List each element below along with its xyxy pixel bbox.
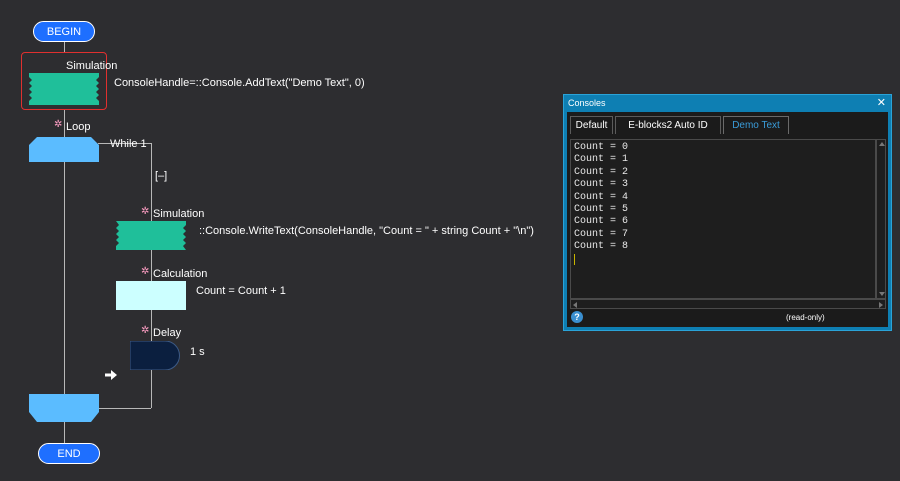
calc-text: Count = Count + 1 [196, 285, 286, 297]
console-line: Count = 7 [574, 228, 629, 240]
calc-title: Calculation [153, 268, 208, 280]
star-icon: ✲ [54, 119, 63, 130]
tab-default[interactable]: Default [570, 116, 613, 134]
console-title: Consoles [568, 98, 606, 108]
connector [64, 162, 65, 394]
horizontal-scrollbar[interactable] [570, 299, 886, 309]
text-cursor [574, 253, 575, 265]
loop-title: Loop [66, 121, 91, 133]
help-icon[interactable]: ? [571, 311, 583, 323]
console-output[interactable]: Count = 0 Count = 1 Count = 2 Count = 3 … [570, 139, 876, 299]
console-line: Count = 6 [574, 216, 629, 228]
vertical-scrollbar[interactable] [876, 139, 886, 299]
scroll-right-icon[interactable] [879, 302, 883, 308]
console-line: Count = 4 [574, 191, 629, 203]
console-line: Count = 3 [574, 179, 629, 191]
connector [98, 408, 151, 409]
sim2-title: Simulation [153, 208, 205, 220]
sim2-text: ::Console.WriteText(ConsoleHandle, "Coun… [199, 225, 534, 237]
close-icon[interactable]: ✕ [877, 95, 886, 112]
delay-block[interactable] [130, 341, 180, 370]
console-line: Count = 8 [574, 241, 629, 253]
console-body: Default E-blocks2 Auto ID Demo Text Coun… [567, 112, 888, 327]
loop-collapse-toggle[interactable]: [–] [155, 170, 167, 183]
calculation-block[interactable] [116, 281, 186, 310]
tab-demo-text[interactable]: Demo Text [723, 116, 789, 134]
console-line: Count = 0 [574, 142, 629, 153]
console-window: Consoles ✕ Default E-blocks2 Auto ID Dem… [563, 94, 892, 331]
simulation-block-2[interactable] [116, 221, 186, 250]
scroll-up-icon[interactable] [879, 142, 885, 146]
scroll-down-icon[interactable] [879, 292, 885, 296]
loop-end-block[interactable] [29, 394, 99, 422]
star-icon: ✲ [141, 206, 150, 217]
console-statusbar: ? (read-only) [570, 311, 885, 325]
flowchart-canvas: BEGIN Simulation ConsoleHandle=::Console… [0, 0, 560, 481]
arrow-right-icon [105, 370, 117, 380]
connector [64, 422, 65, 443]
star-icon: ✲ [141, 325, 150, 336]
begin-terminal[interactable]: BEGIN [33, 21, 95, 42]
scroll-left-icon[interactable] [573, 302, 577, 308]
loop-start-block[interactable] [29, 137, 99, 162]
sim1-title: Simulation [66, 60, 118, 72]
connector [64, 42, 65, 52]
console-line: Count = 5 [574, 204, 629, 216]
tab-eblocks2-auto-id[interactable]: E-blocks2 Auto ID [615, 116, 721, 134]
sim1-text: ConsoleHandle=::Console.AddText("Demo Te… [114, 77, 365, 89]
console-line: Count = 1 [574, 154, 629, 166]
console-line: Count = 2 [574, 166, 629, 178]
loop-condition: While 1 [110, 138, 147, 150]
simulation-block-1[interactable] [29, 73, 99, 105]
console-tabbar: Default E-blocks2 Auto ID Demo Text [567, 112, 888, 136]
status-readonly: (read-only) [786, 313, 825, 322]
connector [64, 110, 65, 137]
delay-title: Delay [153, 327, 182, 339]
end-terminal[interactable]: END [38, 443, 100, 464]
delay-text: 1 s [190, 346, 205, 358]
star-icon: ✲ [141, 266, 150, 277]
console-titlebar[interactable]: Consoles [564, 95, 891, 112]
